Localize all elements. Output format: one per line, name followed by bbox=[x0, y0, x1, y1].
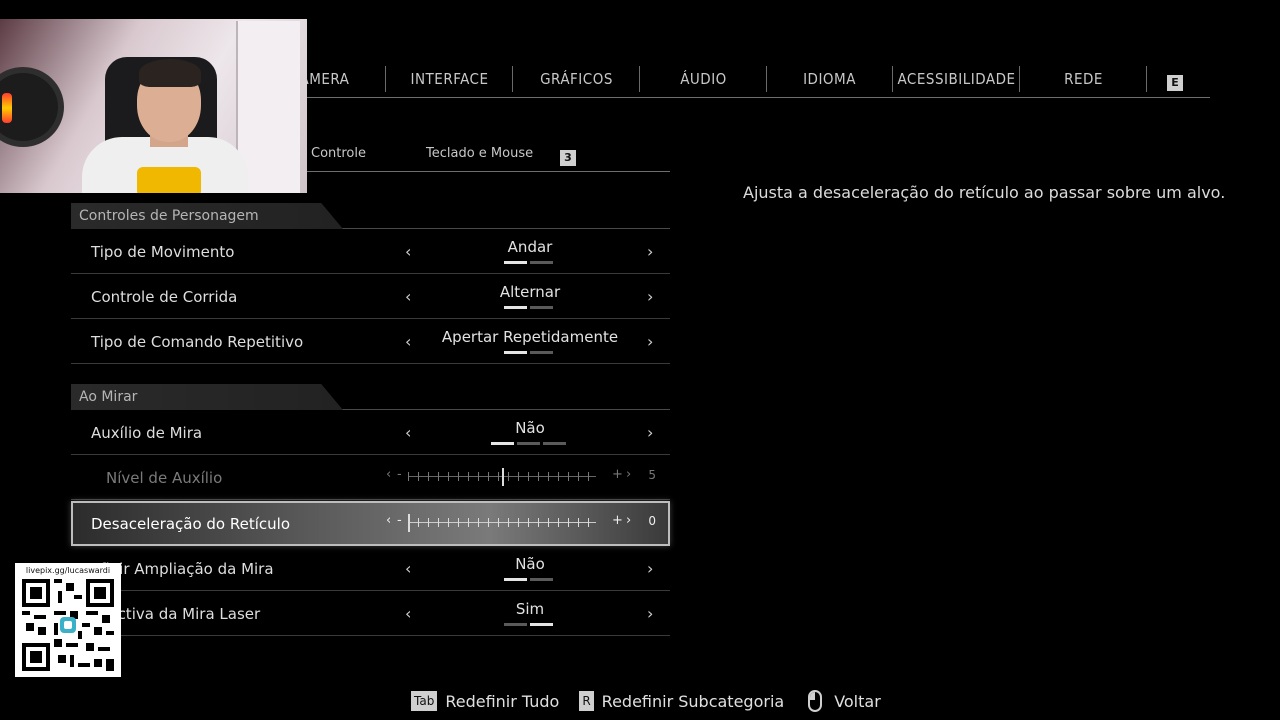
setting-value: Não bbox=[515, 419, 545, 437]
setting-row-movement-type[interactable]: Tipo de Movimento ‹ Andar › bbox=[71, 229, 670, 274]
tab-network[interactable]: REDE bbox=[1020, 64, 1147, 94]
option-indicator bbox=[504, 623, 553, 626]
chevron-right-icon[interactable]: › bbox=[626, 467, 631, 482]
setting-value: Não bbox=[515, 555, 545, 573]
reticle-deceleration-slider[interactable]: ‹ - + › 0 bbox=[386, 512, 656, 534]
section-header-aiming: Ao Mirar bbox=[71, 384, 670, 410]
setting-label: Auxílio de Mira bbox=[91, 424, 203, 442]
mouse-icon bbox=[808, 690, 823, 712]
tab-label: ÁUDIO bbox=[680, 70, 727, 88]
setting-label: Controle de Corrida bbox=[91, 288, 238, 306]
tab-graphics[interactable]: GRÁFICOS bbox=[513, 64, 640, 94]
option-indicator bbox=[504, 578, 553, 581]
tab-language[interactable]: IDIOMA bbox=[766, 64, 893, 94]
webcam-overlay bbox=[0, 19, 307, 193]
donation-qr-overlay: livepix.gg/lucaswardi bbox=[15, 563, 121, 677]
key-3-badge: 3 bbox=[560, 150, 576, 166]
reset-all-hint[interactable]: Tab Redefinir Tudo bbox=[411, 691, 559, 711]
slider-value: 5 bbox=[648, 468, 656, 482]
setting-description: Ajusta a desaceleração do retículo ao pa… bbox=[743, 183, 1226, 202]
top-tab-bar: CÂMERA INTERFACE GRÁFICOS ÁUDIO IDIOMA A… bbox=[260, 64, 1210, 98]
slider-ticks bbox=[408, 518, 596, 527]
chevron-left-icon[interactable]: ‹ bbox=[386, 467, 391, 482]
tab-label: INTERFACE bbox=[410, 70, 489, 88]
qr-code-icon bbox=[22, 579, 114, 671]
subtab-controller[interactable]: Controle bbox=[311, 146, 366, 161]
assist-level-slider[interactable]: ‹ - + › 5 bbox=[386, 466, 656, 488]
section-title: Controles de Personagem bbox=[79, 208, 259, 224]
subtab-label: Teclado e Mouse bbox=[426, 146, 534, 161]
chevron-right-icon[interactable]: › bbox=[626, 513, 631, 528]
setting-label: Desaceleração do Retículo bbox=[91, 515, 290, 533]
setting-row-repeat-command-type[interactable]: Tipo de Comando Repetitivo ‹ Apertar Rep… bbox=[71, 319, 670, 364]
chevron-right-icon[interactable]: › bbox=[647, 604, 653, 623]
setting-row-reticle-deceleration[interactable]: Desaceleração do Retículo ‹ - + › 0 bbox=[71, 501, 670, 546]
chevron-right-icon[interactable]: › bbox=[647, 423, 653, 442]
plus-icon: + bbox=[612, 467, 623, 482]
footer-hints: Tab Redefinir Tudo R Redefinir Subcatego… bbox=[411, 690, 901, 712]
chevron-left-icon[interactable]: ‹ bbox=[405, 559, 411, 578]
option-indicator bbox=[504, 306, 553, 309]
setting-value: Apertar Repetidamente bbox=[441, 328, 619, 346]
chevron-left-icon[interactable]: ‹ bbox=[405, 242, 411, 261]
subtab-label: Controle bbox=[311, 146, 366, 161]
setting-label: Nível de Auxílio bbox=[106, 469, 223, 487]
next-subtab-key-hint[interactable]: 3 bbox=[560, 146, 576, 166]
slider-thumb[interactable] bbox=[408, 514, 410, 532]
tab-audio[interactable]: ÁUDIO bbox=[640, 64, 767, 94]
reset-subcategory-hint[interactable]: R Redefinir Subcategoria bbox=[579, 691, 784, 711]
tab-label: IDIOMA bbox=[803, 70, 856, 88]
shirt-print bbox=[137, 167, 201, 193]
next-tab-key-hint[interactable]: E bbox=[1167, 71, 1183, 91]
tab-divider bbox=[1146, 66, 1147, 92]
tab-label: REDE bbox=[1064, 70, 1103, 88]
slider-thumb[interactable] bbox=[502, 468, 504, 486]
minus-icon: - bbox=[397, 513, 402, 528]
setting-label: Tipo de Comando Repetitivo bbox=[91, 333, 304, 351]
slider-value: 0 bbox=[648, 514, 656, 528]
setting-row-reset-scope-zoom[interactable]: efinir Ampliação da Mira ‹ Não › bbox=[71, 546, 670, 591]
tab-label: GRÁFICOS bbox=[540, 70, 613, 88]
tab-accessibility[interactable]: ACESSIBILIDADE bbox=[893, 64, 1020, 94]
chevron-right-icon[interactable]: › bbox=[647, 287, 653, 306]
hint-label: Voltar bbox=[834, 691, 881, 711]
chevron-left-icon[interactable]: ‹ bbox=[386, 513, 391, 528]
key-e-badge: E bbox=[1167, 75, 1183, 91]
streamer-hair bbox=[139, 59, 201, 87]
chevron-left-icon[interactable]: ‹ bbox=[405, 332, 411, 351]
setting-value: Alternar bbox=[499, 283, 561, 301]
section-header-character-controls: Controles de Personagem bbox=[71, 203, 670, 229]
chevron-left-icon[interactable]: ‹ bbox=[405, 423, 411, 442]
hint-label: Redefinir Subcategoria bbox=[601, 691, 785, 711]
minus-icon: - bbox=[397, 467, 402, 482]
option-indicator bbox=[504, 351, 553, 354]
tab-interface[interactable]: INTERFACE bbox=[386, 64, 513, 94]
option-indicator bbox=[491, 442, 566, 445]
r-key-icon: R bbox=[579, 691, 594, 711]
tab-key-icon: Tab bbox=[411, 691, 438, 711]
section-title: Ao Mirar bbox=[79, 389, 138, 405]
tab-label: ACESSIBILIDADE bbox=[897, 70, 1016, 88]
setting-value: Sim bbox=[515, 600, 545, 618]
back-hint[interactable]: Voltar bbox=[804, 690, 881, 712]
setting-row-laser-sight-perspective[interactable]: spectiva da Mira Laser ‹ Sim › bbox=[71, 591, 670, 636]
setting-value: Andar bbox=[507, 238, 553, 256]
subtab-keyboard-mouse[interactable]: Teclado e Mouse bbox=[426, 146, 533, 161]
chevron-left-icon[interactable]: ‹ bbox=[405, 287, 411, 306]
sub-tab-bar: Controle Teclado e Mouse 3 bbox=[300, 140, 670, 172]
option-indicator bbox=[504, 261, 553, 264]
setting-row-sprint-control[interactable]: Controle de Corrida ‹ Alternar › bbox=[71, 274, 670, 319]
chevron-right-icon[interactable]: › bbox=[647, 332, 653, 351]
qr-url-text: livepix.gg/lucaswardi bbox=[25, 566, 111, 575]
plus-icon: + bbox=[612, 513, 623, 528]
setting-row-assist-level[interactable]: Nível de Auxílio ‹ - + › 5 bbox=[71, 455, 670, 500]
chevron-right-icon[interactable]: › bbox=[647, 559, 653, 578]
chevron-right-icon[interactable]: › bbox=[647, 242, 653, 261]
setting-label: Tipo de Movimento bbox=[91, 243, 235, 261]
chevron-left-icon[interactable]: ‹ bbox=[405, 604, 411, 623]
hint-label: Redefinir Tudo bbox=[445, 691, 560, 711]
setting-row-aim-assist[interactable]: Auxílio de Mira ‹ Não › bbox=[71, 410, 670, 455]
steering-wheel-image bbox=[0, 67, 64, 147]
